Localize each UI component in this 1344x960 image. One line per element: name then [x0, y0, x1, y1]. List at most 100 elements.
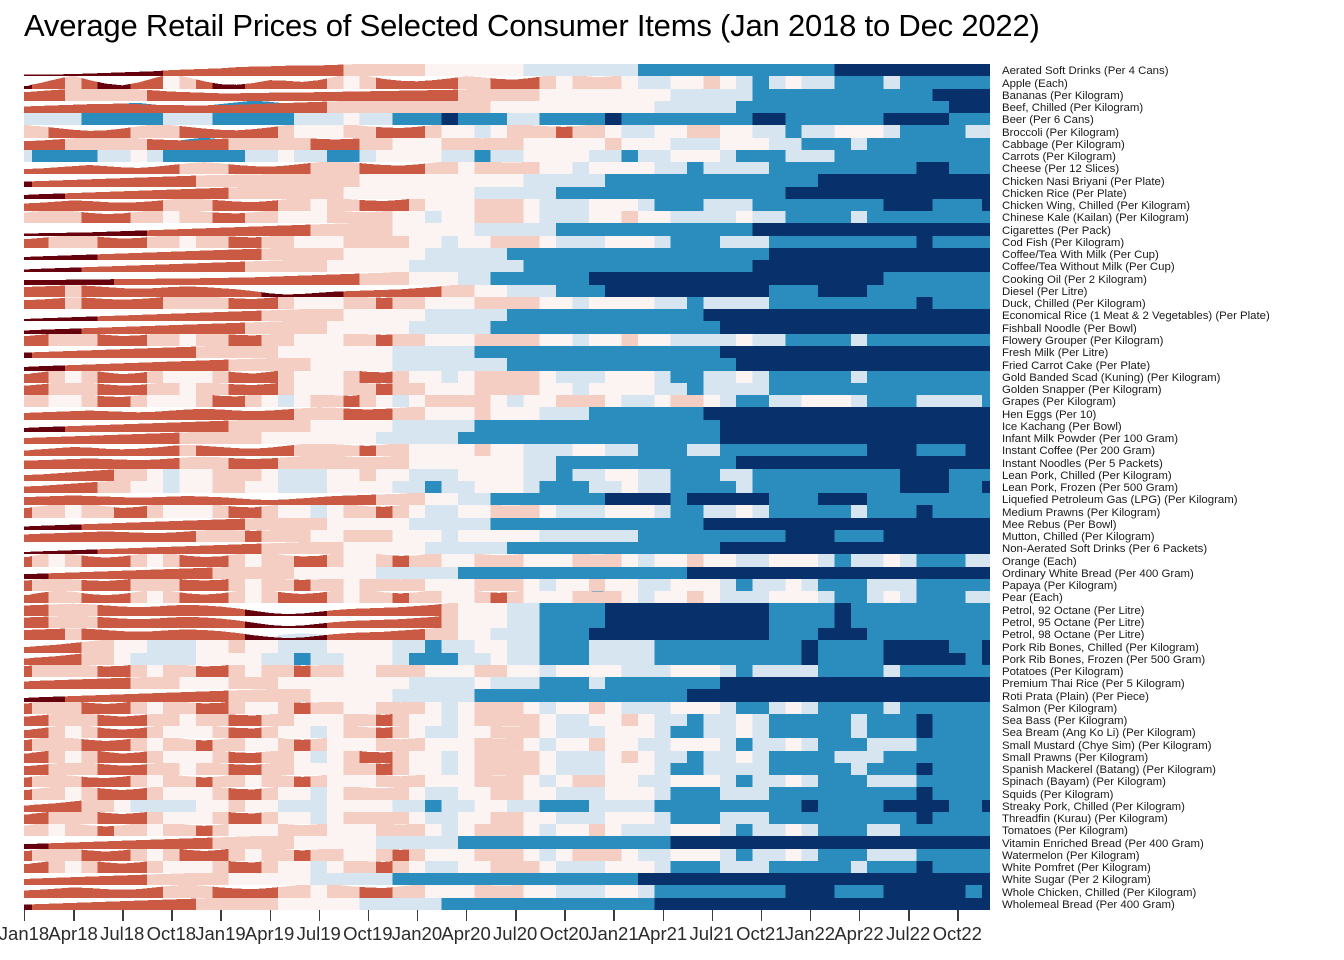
series-label: Liquefied Petroleum Gas (LPG) (Per Kilog… [1002, 494, 1238, 507]
series-label: Chicken Wing, Chilled (Per Kilogram) [1002, 200, 1191, 213]
series-label: Tomatoes (Per Kilogram) [1002, 825, 1128, 838]
series-label: Papaya (Per Kilogram) [1002, 580, 1118, 593]
series-label: Ice Kachang (Per Bowl) [1002, 420, 1122, 433]
series-label: Watermelon (Per Kilogram) [1002, 849, 1140, 862]
x-axis-tick [367, 910, 370, 921]
series-label: White Pomfret (Per Kilogram) [1002, 862, 1151, 875]
x-axis-tick [662, 910, 664, 921]
series-label: Premium Thai Rice (Per 5 Kilogram) [1002, 678, 1185, 691]
series-label: Chinese Kale (Kailan) (Per Kilogram) [1002, 212, 1189, 225]
series-label: Pork Rib Bones, Chilled (Per Kilogram) [1002, 641, 1199, 654]
series-label: Whole Chicken, Chilled (Per Kilogram) [1002, 886, 1197, 899]
series-label: Hen Eggs (Per 10) [1002, 408, 1097, 421]
series-label: Petrol, 95 Octane (Per Litre) [1002, 617, 1145, 629]
series-label: Lean Pork, Chilled (Per Kilogram) [1002, 469, 1172, 482]
series-label: Chicken Rice (Per Plate) [1002, 187, 1127, 200]
series-label: Cooking Oil (Per 2 Kilogram) [1002, 273, 1147, 286]
series-label: Petrol, 98 Octane (Per Litre) [1002, 629, 1145, 642]
x-axis-tick [515, 910, 517, 921]
x-axis-tick-label: Jul22 [886, 923, 931, 944]
series-label: Aerated Soft Drinks (Per 4 Cans) [1002, 65, 1169, 78]
series-label: Flowery Grouper (Per Kilogram) [1002, 335, 1164, 347]
x-axis-tick-label: Jan19 [195, 923, 246, 944]
series-label: Duck, Chilled (Per Kilogram) [1002, 298, 1146, 311]
series-label: Bananas (Per Kilogram) [1002, 89, 1124, 102]
series-label: Economical Rice (1 Meat & 2 Vegetables) … [1002, 310, 1270, 323]
x-axis-tick [318, 910, 321, 921]
series-label: Streaky Pork, Chilled (Per Kilogram) [1002, 800, 1185, 813]
x-axis-tick-label: Jan21 [588, 923, 639, 944]
series-label: Small Prawns (Per Kilogram) [1002, 751, 1149, 764]
series-label: Petrol, 92 Octane (Per Litre) [1002, 604, 1145, 617]
series-label: Spanish Mackerel (Batang) (Per Kilogram) [1002, 764, 1216, 777]
series-label: Carrots (Per Kilogram) [1002, 151, 1116, 164]
series-label: Coffee/Tea With Milk (Per Cup) [1002, 249, 1159, 262]
series-label-list: Aerated Soft Drinks (Per 4 Cans) Apple (E… [1002, 64, 1344, 924]
x-axis-tick-label: Apr20 [441, 923, 491, 944]
series-label: Roti Prata (Plain) (Per Piece) [1002, 690, 1149, 703]
x-axis-tick-label: Apr19 [244, 923, 295, 944]
series-label: Mee Rebus (Per Bowl) [1002, 518, 1117, 531]
page-title: Average Retail Prices of Selected Consum… [24, 8, 1040, 43]
x-axis-tick-label: Jan18 [0, 923, 50, 944]
series-label: Orange (Each) [1002, 555, 1077, 568]
series-label: Grapes (Per Kilogram) [1002, 396, 1116, 409]
x-axis-tick-label: Jul18 [100, 923, 145, 944]
series-label: Sea Bass (Per Kilogram) [1002, 715, 1128, 728]
x-axis-tick-label: Oct18 [146, 923, 197, 944]
series-label: Coffee/Tea Without Milk (Per Cup) [1002, 261, 1175, 274]
x-axis-tick-label: Jan20 [391, 923, 443, 944]
x-axis: Jan18 Apr18 Jul18 Oct18 Jan19 Apr19 Jul19 Oct19… [0, 910, 990, 956]
series-label: Vitamin Enriched Bread (Per 400 Gram) [1002, 837, 1204, 850]
x-axis-tick-label: Jul20 [493, 923, 538, 944]
series-label: Threadfin (Kurau) (Per Kilogram) [1002, 813, 1168, 826]
series-label: Squids (Per Kilogram) [1002, 788, 1114, 801]
plot-area [24, 64, 990, 910]
x-axis-tick [908, 910, 910, 921]
series-label: Pear (Each) [1002, 592, 1063, 605]
x-axis-tick [171, 910, 173, 921]
series-label: Small Mustard (Chye Sim) (Per Kilogram) [1002, 739, 1212, 752]
series-label: Instant Coffee (Per 200 Gram) [1002, 445, 1156, 458]
series-label: Cigarettes (Per Pack) [1002, 224, 1111, 237]
x-axis-tick [122, 910, 124, 921]
series-label: Medium Prawns (Per Kilogram) [1002, 506, 1161, 519]
series-label: Spinach (Bayam) (Per Kilogram) [1002, 776, 1166, 789]
x-axis-tick [711, 910, 714, 921]
ridgeline-chart-page: Average Retail Prices of Selected Consum… [0, 0, 1344, 960]
x-axis-tick [24, 910, 26, 921]
x-axis-tick-label: Oct22 [932, 923, 982, 944]
x-axis-tick [73, 910, 75, 921]
x-axis-tick [760, 910, 763, 921]
series-label: Ordinary White Bread (Per 400 Gram) [1002, 567, 1194, 580]
x-axis-tick [809, 910, 812, 921]
x-axis-tick-label: Apr22 [834, 923, 884, 944]
x-axis-tick [859, 910, 861, 921]
x-axis-tick-label: Jul19 [296, 923, 341, 944]
series-label: Beer (Per 6 Cans) [1002, 114, 1094, 127]
series-label: Lean Pork, Frozen (Per 500 Gram) [1002, 482, 1178, 495]
x-axis-tick [613, 910, 615, 921]
series-label: Cheese (Per 12 Slices) [1002, 163, 1120, 176]
series-label: Cod Fish (Per Kilogram) [1002, 236, 1125, 249]
series-label: Instant Noodles (Per 5 Packets) [1002, 457, 1163, 470]
series-label: Salmon (Per Kilogram) [1002, 702, 1118, 715]
series-label: Diesel (Per Litre) [1002, 285, 1088, 298]
x-axis-tick [564, 910, 566, 921]
x-axis-tick-label: Apr21 [637, 923, 688, 944]
series-label: Apple (Each) [1002, 77, 1068, 90]
x-axis-tick [957, 910, 959, 921]
series-label: Mutton, Chilled (Per Kilogram) [1002, 531, 1155, 544]
series-label: Potatoes (Per Kilogram) [1002, 666, 1124, 679]
series-label: Gold Banded Scad (Kuning) (Per Kilogram) [1002, 371, 1221, 384]
series-label: Cabbage (Per Kilogram) [1002, 138, 1125, 151]
series-label: Golden Snapper (Per Kilogram) [1002, 384, 1162, 397]
series-label: Chicken Nasi Briyani (Per Plate) [1002, 175, 1165, 188]
x-axis-tick [416, 910, 419, 921]
series-label: Sea Bream (Ang Ko Li) (Per Kilogram) [1002, 727, 1196, 740]
x-axis-tick-label: Oct20 [539, 923, 589, 944]
series-label: Fresh Milk (Per Litre) [1002, 347, 1109, 360]
x-axis-tick-label: Jan22 [784, 923, 836, 944]
series-label: Fried Carrot Cake (Per Plate) [1002, 359, 1151, 372]
series-label: White Sugar (Per 2 Kilogram) [1002, 874, 1151, 887]
